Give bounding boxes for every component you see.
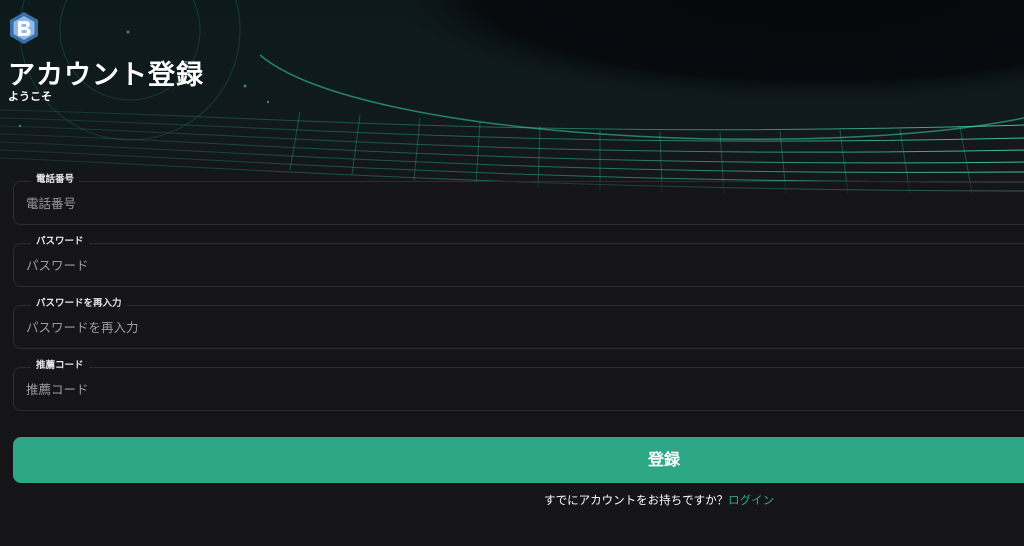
wave-grid-graphic bbox=[0, 0, 1024, 200]
hero-background bbox=[0, 0, 1024, 200]
register-button-label: 登録 bbox=[647, 450, 680, 469]
register-button[interactable]: 登録 bbox=[13, 437, 1024, 483]
referral-code-input[interactable] bbox=[14, 368, 1024, 410]
page-title: アカウント登録 bbox=[8, 60, 204, 91]
referral-code-field: 推薦コード bbox=[13, 359, 1024, 411]
password-field: パスワード bbox=[13, 235, 1024, 287]
login-link[interactable]: ログイン bbox=[728, 493, 774, 507]
password-input[interactable] bbox=[14, 244, 1024, 286]
confirm-password-input[interactable] bbox=[14, 306, 1024, 348]
login-question-text: すでにアカウントをお持ちですか？ bbox=[544, 493, 729, 507]
page-subtitle: ようこそ bbox=[8, 90, 52, 103]
confirm-password-field: パスワードを再入力 bbox=[13, 297, 1024, 349]
phone-number-field: 電話番号 bbox=[13, 173, 1024, 225]
phone-number-input[interactable] bbox=[14, 182, 1024, 224]
register-page: アカウント登録 ようこそ 電話番号 パスワード パスワードを再入力 推薦コード … bbox=[0, 0, 1024, 546]
login-prompt: すでにアカウントをお持ちですか？ログイン bbox=[544, 492, 774, 508]
b-hexagon-logo-icon bbox=[6, 10, 42, 46]
